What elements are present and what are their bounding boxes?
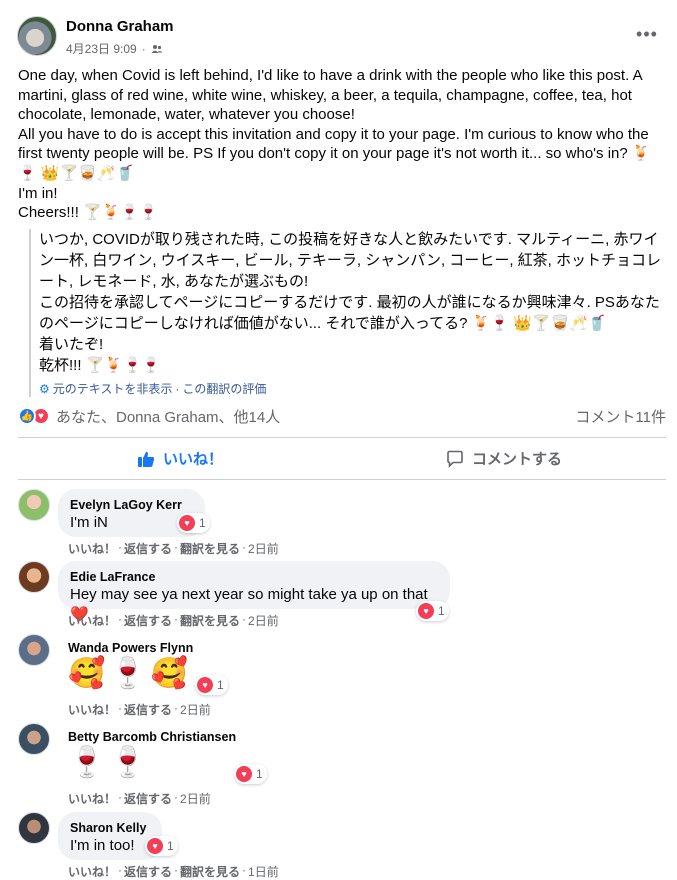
- reaction-icons[interactable]: 👍 ♥: [18, 407, 50, 425]
- comment-icon: [447, 450, 463, 468]
- comment-bubble: Sharon Kelly I'm in too!: [58, 812, 162, 860]
- comment-like-link[interactable]: いいね！: [68, 790, 116, 807]
- comment-time[interactable]: 2日前: [248, 540, 279, 557]
- comment-reaction-count: 1: [256, 767, 263, 781]
- comment-reaction[interactable]: ♥ 1: [145, 836, 178, 856]
- comment-actions: いいね！ · 返信する · 2日前: [68, 790, 211, 807]
- comment-reply-link[interactable]: 返信する: [124, 790, 172, 807]
- reactors-text[interactable]: あなた、Donna Graham、他14人: [56, 406, 280, 427]
- comment-reaction-count: 1: [167, 839, 174, 853]
- comment-reaction[interactable]: ♥ 1: [195, 675, 228, 695]
- commenter-name[interactable]: Wanda Powers Flynn: [68, 640, 193, 656]
- commenter-avatar[interactable]: [18, 561, 50, 593]
- love-reaction-icon: ♥: [179, 515, 195, 531]
- comment-like-link[interactable]: いいね！: [68, 863, 116, 880]
- like-reaction-icon: 👍: [18, 407, 36, 425]
- comment-translate-link[interactable]: 翻訳を見る: [180, 540, 240, 557]
- post-header: Donna Graham 4月23日 9:09 · •••: [17, 14, 667, 60]
- post-paragraph: Cheers!!! 🍸🍹🍷🍷: [18, 204, 158, 222]
- comment-button[interactable]: コメントする: [342, 438, 666, 479]
- author-name[interactable]: Donna Graham: [66, 18, 174, 35]
- comment-actions: いいね！ · 返信する · 2日前: [68, 701, 211, 718]
- commenter-avatar[interactable]: [18, 489, 50, 521]
- comment-text: I'm in too!: [70, 837, 135, 854]
- thumbs-up-icon: [137, 451, 155, 467]
- more-options-icon[interactable]: •••: [635, 22, 659, 46]
- comment-like-link[interactable]: いいね！: [68, 701, 116, 718]
- translation-paragraph: 着いたぞ!: [39, 336, 104, 353]
- like-button-label: いいね！: [162, 451, 223, 468]
- translation-block: いつか, COVIDが取り残された時, この投稿を好きな人と飲みたいです. マル…: [29, 229, 661, 397]
- translation-paragraph: この招待を承認してページにコピーするだけです. 最初の人が誰になるか興味津々. …: [39, 294, 660, 332]
- commenter-name[interactable]: Edie LaFrance: [70, 569, 438, 585]
- commenter-name[interactable]: Sharon Kelly: [70, 820, 150, 836]
- commenter-name[interactable]: Betty Barcomb Christiansen: [68, 729, 236, 745]
- comment-reply-link[interactable]: 返信する: [124, 863, 172, 880]
- post-meta: 4月23日 9:09 ·: [66, 40, 163, 57]
- comment-emoji-text: 🍷🍷: [68, 746, 151, 779]
- comment-time[interactable]: 2日前: [180, 701, 211, 718]
- comment-translate-link[interactable]: 翻訳を見る: [180, 612, 240, 629]
- comment-reaction-count: 1: [438, 604, 445, 618]
- separator-dot: ·: [141, 41, 146, 56]
- friends-icon: [151, 44, 163, 53]
- comment-time[interactable]: 2日前: [180, 790, 211, 807]
- comment-button-label: コメントする: [471, 451, 562, 468]
- comment-reply-link[interactable]: 返信する: [124, 701, 172, 718]
- commenter-name[interactable]: Evelyn LaGoy Kerr: [70, 497, 193, 513]
- translation-paragraph: いつか, COVIDが取り残された時, この投稿を好きな人と飲みたいです. マル…: [39, 231, 661, 290]
- post-paragraph: I'm in!: [18, 184, 58, 202]
- comment-actions: いいね！ · 返信する · 翻訳を見る · 2日前: [68, 612, 279, 629]
- comment-time[interactable]: 2日前: [248, 612, 279, 629]
- comment-reaction-count: 1: [199, 516, 206, 530]
- love-reaction-icon: ♥: [197, 677, 213, 693]
- comment-emoji-text: 🥰🍷🥰: [68, 657, 193, 690]
- translation-paragraph: 乾杯!!! 🍸🍹🍷🍷: [39, 357, 161, 374]
- comment-translate-link[interactable]: 翻訳を見る: [180, 863, 240, 880]
- commenter-avatar[interactable]: [18, 812, 50, 844]
- post-action-bar: いいね！ コメントする: [18, 437, 666, 480]
- comment-time[interactable]: 1日前: [248, 863, 279, 880]
- comment-bubble: Edie LaFrance Hey may see ya next year s…: [58, 561, 450, 623]
- reactions-summary: 👍 ♥ あなた、Donna Graham、他14人 コメント11件: [18, 404, 666, 428]
- post-paragraph: One day, when Covid is left behind, I'd …: [18, 67, 642, 124]
- love-reaction-icon: ♥: [236, 766, 252, 782]
- post-paragraph: All you have to do is accept this invita…: [18, 125, 651, 182]
- comment-reaction[interactable]: ♥ 1: [416, 601, 449, 621]
- comment-reaction[interactable]: ♥ 1: [177, 513, 210, 533]
- translation-links: ⚙ 元のテキストを非表示 · この翻訳の評価: [39, 380, 661, 397]
- comment-like-link[interactable]: いいね！: [68, 612, 116, 629]
- commenter-avatar[interactable]: [18, 634, 50, 666]
- hide-original-link[interactable]: 元のテキストを非表示: [53, 380, 173, 397]
- comment-reaction[interactable]: ♥ 1: [234, 764, 267, 784]
- like-button[interactable]: いいね！: [18, 438, 342, 479]
- comment-reply-link[interactable]: 返信する: [124, 540, 172, 557]
- post-body: One day, when Covid is left behind, I'd …: [18, 66, 658, 223]
- comment-text: I'm iN: [70, 514, 108, 531]
- author-avatar[interactable]: [17, 16, 57, 56]
- comment-reply-link[interactable]: 返信する: [124, 612, 172, 629]
- comment-reaction-count: 1: [217, 678, 224, 692]
- love-reaction-icon: ♥: [147, 838, 163, 854]
- comment-actions: いいね！ · 返信する · 翻訳を見る · 2日前: [68, 540, 279, 557]
- comment-body: Betty Barcomb Christiansen 🍷🍷: [68, 729, 236, 781]
- commenter-avatar[interactable]: [18, 723, 50, 755]
- comment-like-link[interactable]: いいね！: [68, 540, 116, 557]
- post-date[interactable]: 4月23日 9:09: [66, 40, 137, 57]
- gear-icon: ⚙: [39, 381, 50, 396]
- comment-body: Wanda Powers Flynn 🥰🍷🥰: [68, 640, 193, 692]
- rate-translation-link[interactable]: この翻訳の評価: [182, 380, 266, 397]
- comment-count[interactable]: コメント11件: [575, 406, 666, 427]
- love-reaction-icon: ♥: [418, 603, 434, 619]
- comment-actions: いいね！ · 返信する · 翻訳を見る · 1日前: [68, 863, 279, 880]
- separator-dot: ·: [175, 381, 180, 396]
